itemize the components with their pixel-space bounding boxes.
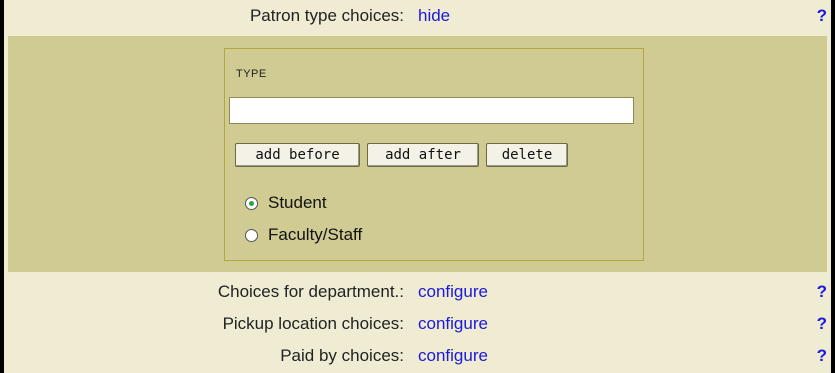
add-before-button[interactable]: add before [235, 143, 360, 167]
add-after-button[interactable]: add after [367, 143, 479, 167]
faculty-staff-label: Faculty/Staff [268, 225, 363, 244]
patron-type-help-icon[interactable]: ? [817, 6, 827, 26]
patron-type-hide-link[interactable]: hide [418, 6, 450, 26]
pickup-location-configure-link[interactable]: configure [418, 314, 488, 334]
patron-settings-frame: Patron type choices: hide ? TYPE add bef… [0, 0, 835, 373]
patron-type-label: Patron type choices: [249, 6, 404, 25]
type-input[interactable] [229, 97, 634, 124]
patron-type-editor-box: TYPE add before add after delete Student… [224, 48, 644, 261]
department-label: Choices for department.: [217, 282, 404, 301]
paid-by-label: Paid by choices: [280, 346, 404, 365]
patron-type-row: Patron type choices: hide ? [8, 0, 827, 32]
paid-by-row: Paid by choices: configure ? [8, 340, 827, 372]
department-configure-link[interactable]: configure [418, 282, 488, 302]
delete-button[interactable]: delete [486, 143, 568, 167]
option-student[interactable]: Student [245, 193, 327, 213]
department-help-icon[interactable]: ? [817, 282, 827, 302]
paid-by-help-icon[interactable]: ? [817, 346, 827, 366]
option-faculty-staff[interactable]: Faculty/Staff [245, 225, 362, 245]
paid-by-configure-link[interactable]: configure [418, 346, 488, 366]
pickup-location-label: Pickup location choices: [222, 314, 404, 333]
student-label: Student [268, 193, 327, 212]
faculty-staff-radio[interactable] [245, 228, 258, 242]
patron-type-editor-area: TYPE add before add after delete Student… [8, 36, 827, 272]
student-radio[interactable] [245, 196, 258, 210]
pickup-location-help-icon[interactable]: ? [817, 314, 827, 334]
pickup-location-row: Pickup location choices: configure ? [8, 308, 827, 340]
department-row: Choices for department.: configure ? [8, 276, 827, 308]
type-field-label: TYPE [236, 68, 267, 80]
